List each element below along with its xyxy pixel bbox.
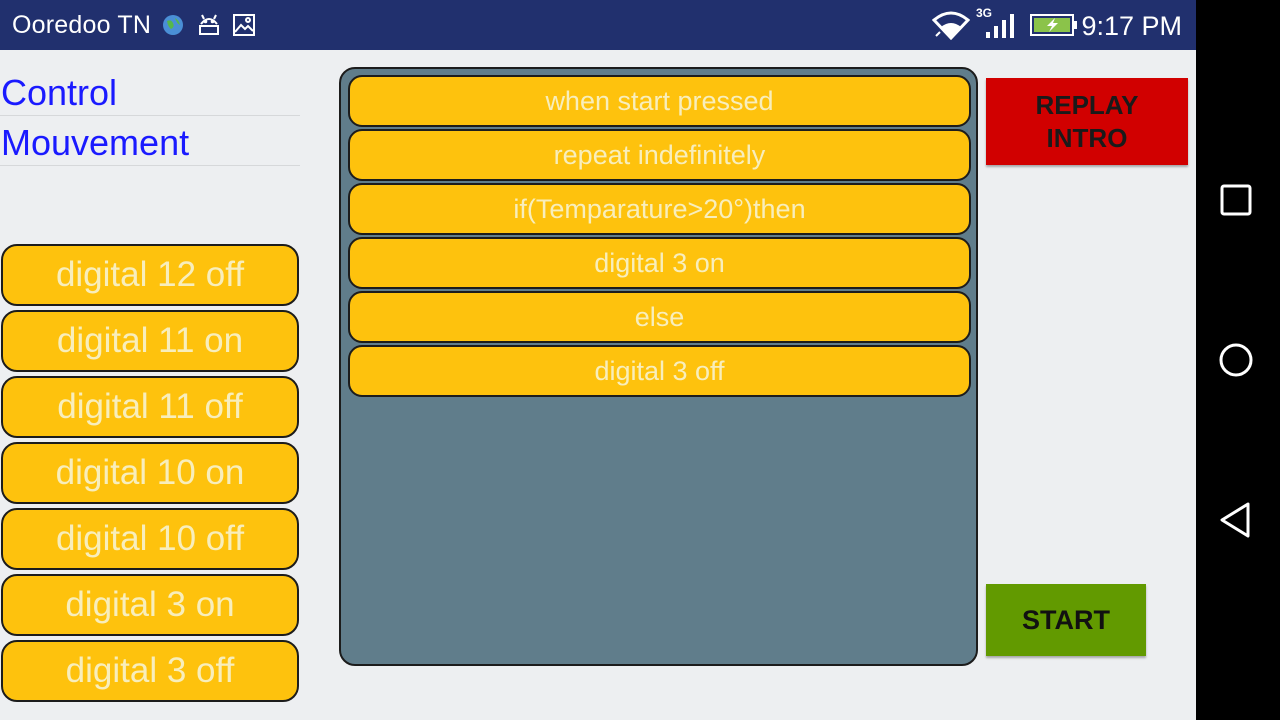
status-bar: Ooredoo TN 3G 9:17 PM bbox=[0, 0, 1196, 50]
android-debug-icon bbox=[196, 12, 222, 43]
command-digital-3-on[interactable]: digital 3 on bbox=[1, 574, 299, 636]
replay-label-line2: INTRO bbox=[1046, 123, 1128, 153]
wifi-icon bbox=[931, 10, 971, 45]
command-digital-10-off[interactable]: digital 10 off bbox=[1, 508, 299, 570]
clock: 9:17 PM bbox=[1081, 11, 1182, 41]
program-block-digital-3-on[interactable]: digital 3 on bbox=[348, 237, 971, 289]
globe-icon bbox=[162, 14, 184, 41]
tab-control[interactable]: Control bbox=[0, 72, 300, 116]
replay-label-line1: REPLAY bbox=[1035, 90, 1139, 120]
home-icon[interactable] bbox=[1214, 338, 1258, 382]
command-digital-11-on[interactable]: digital 11 on bbox=[1, 310, 299, 372]
program-block-when-start[interactable]: when start pressed bbox=[348, 75, 971, 127]
start-button[interactable]: START bbox=[986, 584, 1146, 656]
command-digital-3-off[interactable]: digital 3 off bbox=[1, 640, 299, 702]
back-icon[interactable] bbox=[1214, 498, 1258, 542]
battery-charging-icon bbox=[1030, 14, 1078, 41]
program-block-repeat[interactable]: repeat indefinitely bbox=[348, 129, 971, 181]
command-digital-12-off[interactable]: digital 12 off bbox=[1, 244, 299, 306]
navigation-bar bbox=[1196, 0, 1280, 720]
command-digital-10-on[interactable]: digital 10 on bbox=[1, 442, 299, 504]
program-block-digital-3-off[interactable]: digital 3 off bbox=[348, 345, 971, 397]
program-block-else[interactable]: else bbox=[348, 291, 971, 343]
tab-mouvement[interactable]: Mouvement bbox=[0, 122, 300, 166]
carrier-name: Ooredoo TN bbox=[12, 11, 152, 39]
program-block-if[interactable]: if(Temparature>20°)then bbox=[348, 183, 971, 235]
recents-icon[interactable] bbox=[1214, 178, 1258, 222]
replay-intro-button[interactable]: REPLAY INTRO bbox=[986, 78, 1188, 165]
program-area[interactable]: when start pressed repeat indefinitely i… bbox=[339, 67, 978, 666]
app-content: Control Mouvement digital 12 off digital… bbox=[0, 50, 1196, 720]
command-digital-11-off[interactable]: digital 11 off bbox=[1, 376, 299, 438]
gallery-icon bbox=[232, 13, 256, 42]
signal-icon bbox=[984, 12, 1016, 45]
